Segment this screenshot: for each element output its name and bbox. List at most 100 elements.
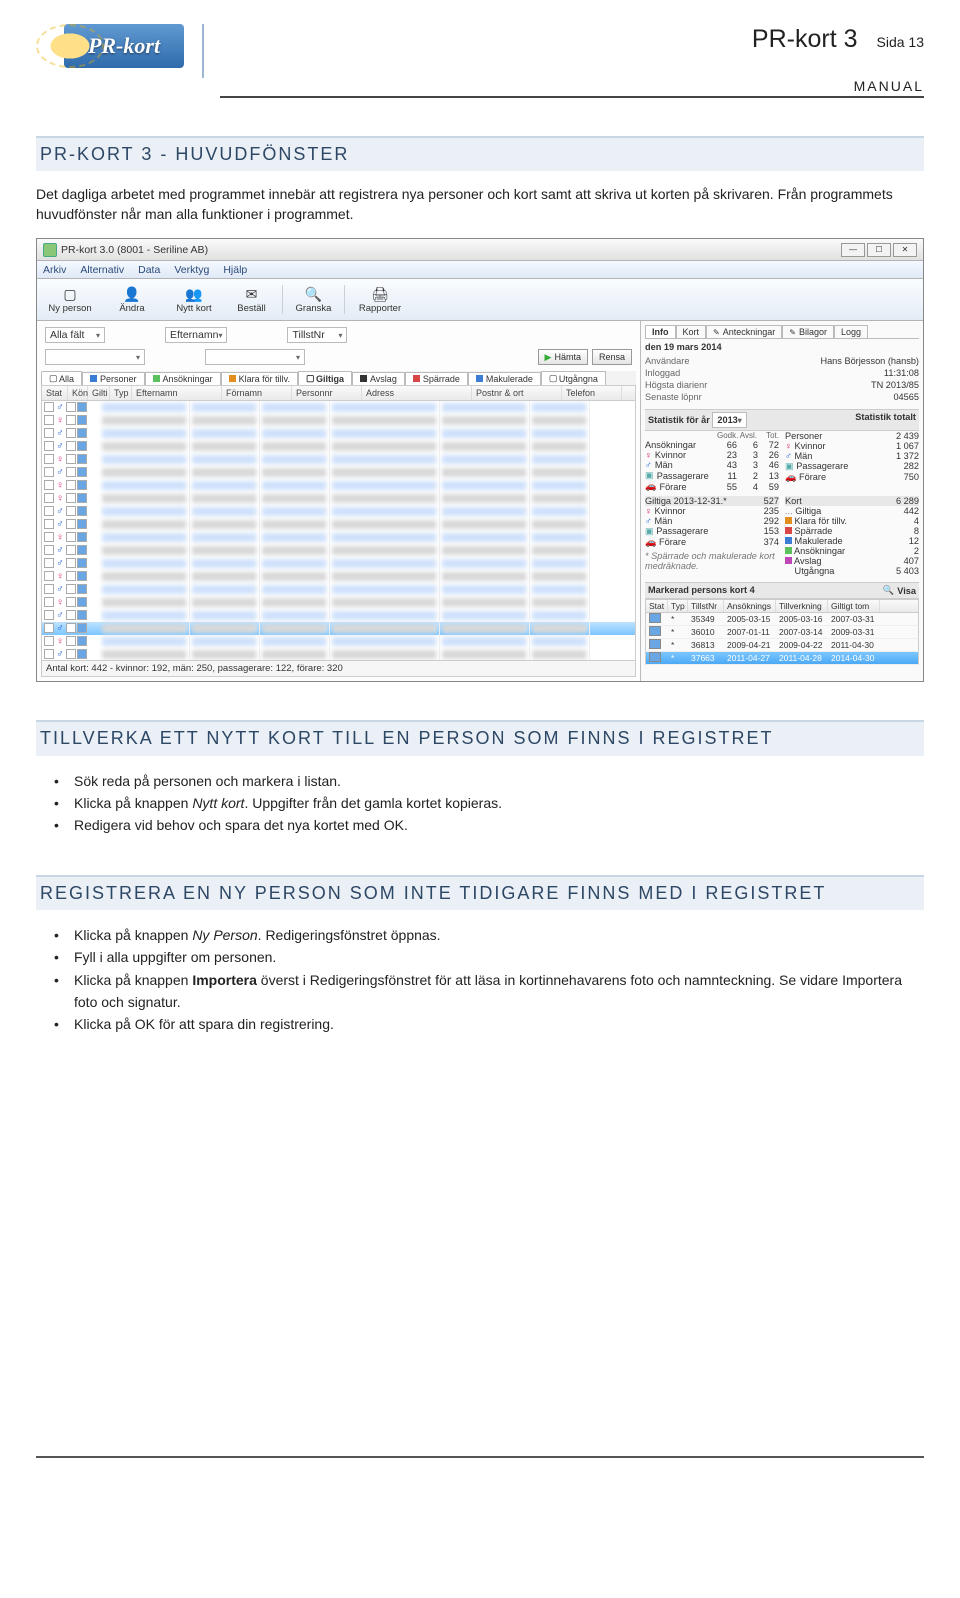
total-row: ♂ Män1 372 bbox=[785, 451, 919, 461]
year-spinner[interactable]: 2013 bbox=[712, 412, 746, 428]
info-tab-kort[interactable]: Kort bbox=[676, 325, 707, 338]
filter-efternamn[interactable]: Efternamn bbox=[165, 327, 227, 343]
right-pane: InfoKort✎Anteckningar✎BilagorLogg den 19… bbox=[641, 321, 923, 681]
maximize-button[interactable]: ☐ bbox=[867, 243, 891, 257]
tab-klarafrtillv[interactable]: Klara för tillv. bbox=[221, 372, 298, 385]
section-heading: PR-KORT 3 - HUVUDFÖNSTER bbox=[36, 136, 924, 171]
col-postnr & ort: Postnr & ort bbox=[472, 386, 562, 400]
list-item: Sök reda på personen och markera i lista… bbox=[42, 770, 924, 792]
marked-head: Markerad persons kort 4 🔍Visa bbox=[645, 582, 919, 599]
table-row[interactable]: ♀ bbox=[42, 531, 635, 544]
info-tabs: InfoKort✎Anteckningar✎BilagorLogg bbox=[645, 325, 919, 339]
app-screenshot: PR-kort 3.0 (8001 - Seriline AB) — ☐ ✕ A… bbox=[36, 238, 924, 682]
tool-beställ[interactable]: ✉Beställ bbox=[229, 285, 283, 314]
card-row[interactable]: *368132009-04-212009-04-222011-04-30 bbox=[645, 639, 919, 652]
tab-utgngna[interactable]: ▢Utgångna bbox=[541, 371, 606, 385]
filter-value-2[interactable] bbox=[205, 349, 305, 365]
table-row[interactable]: ♂ bbox=[42, 557, 635, 570]
list-item: Fyll i alla uppgifter om personen. bbox=[42, 946, 924, 968]
list-item: Klicka på knappen Nytt kort. Uppgifter f… bbox=[42, 792, 924, 814]
tab-avslag[interactable]: Avslag bbox=[352, 372, 405, 385]
table-row[interactable]: ♀ bbox=[42, 596, 635, 609]
rensa-button[interactable]: Rensa bbox=[592, 349, 632, 365]
menu-verktyg[interactable]: Verktyg bbox=[174, 264, 209, 276]
table-row[interactable]: ♀ bbox=[42, 635, 635, 648]
menu-alternativ[interactable]: Alternativ bbox=[80, 264, 124, 276]
tab-alla[interactable]: ▢Alla bbox=[41, 371, 82, 385]
stat-row: ♀Kvinnor23326 bbox=[645, 450, 779, 460]
info-tab-anteckningar[interactable]: ✎Anteckningar bbox=[706, 325, 782, 338]
tab-strip: ▢AllaPersonerAnsökningarKlara för tillv.… bbox=[41, 371, 636, 385]
table-row[interactable]: ♀ bbox=[42, 453, 635, 466]
window-titlebar: PR-kort 3.0 (8001 - Seriline AB) — ☐ ✕ bbox=[37, 239, 923, 261]
table-row[interactable]: ♂ bbox=[42, 505, 635, 518]
tool-nytt-kort[interactable]: 👥Nytt kort bbox=[167, 285, 221, 314]
kv-row: Inloggad11:31:08 bbox=[645, 367, 919, 379]
table-row[interactable]: ♂ bbox=[42, 440, 635, 453]
close-button[interactable]: ✕ bbox=[893, 243, 917, 257]
menu-hjälp[interactable]: Hjälp bbox=[223, 264, 247, 276]
tool-rapporter[interactable]: 🖨Rapporter bbox=[353, 285, 407, 314]
hamta-button[interactable]: ▶Hämta bbox=[538, 349, 588, 365]
grid-header: StatKönGiltiTypEfternamnFörnamnPersonnrA… bbox=[41, 385, 636, 401]
table-row[interactable]: ♂ bbox=[42, 466, 635, 479]
table-row[interactable]: ♂ bbox=[42, 622, 635, 635]
star-note: * Spärrade och makulerade kort medräknad… bbox=[645, 551, 779, 571]
page-header: PR-kort PR-kort 3 Sida 13 MANUAL bbox=[36, 24, 924, 98]
table-row[interactable]: ♂ bbox=[42, 427, 635, 440]
table-row[interactable]: ♂ bbox=[42, 401, 635, 414]
total-row: Personer2 439 bbox=[785, 431, 919, 441]
grid-body: ♂♀♂♂♀♂♀♀♂♂♀♂♂♀♂♀♂♂♀♂♀♂ bbox=[41, 401, 636, 661]
table-row[interactable]: ♂ bbox=[42, 648, 635, 661]
col-kön: Kön bbox=[68, 386, 88, 400]
filter-alla[interactable]: Alla fält bbox=[45, 327, 105, 343]
visa-button[interactable]: Visa bbox=[897, 586, 916, 596]
left-pane: Alla fält Efternamn TillstNr ▶Hämta Rens… bbox=[37, 321, 641, 681]
card-row[interactable]: *360102007-01-112007-03-142009-03-31 bbox=[645, 626, 919, 639]
col-adress: Adress bbox=[362, 386, 472, 400]
table-row[interactable]: ♀ bbox=[42, 492, 635, 505]
col-gilti: Gilti bbox=[88, 386, 110, 400]
visa-icon[interactable]: 🔍 bbox=[883, 585, 894, 596]
tab-giltiga[interactable]: ▢Giltiga bbox=[298, 371, 352, 385]
info-tab-logg[interactable]: Logg bbox=[834, 325, 868, 338]
table-row[interactable]: ♀ bbox=[42, 414, 635, 427]
minimize-button[interactable]: — bbox=[841, 243, 865, 257]
toolbar: ▢Ny person 👤Ändra 👥Nytt kort ✉Beställ 🔍Grans… bbox=[37, 279, 923, 321]
tab-anskningar[interactable]: Ansökningar bbox=[145, 372, 221, 385]
menu-arkiv[interactable]: Arkiv bbox=[43, 264, 66, 276]
card-row[interactable]: *353492005-03-152005-03-162007-03-31 bbox=[645, 613, 919, 626]
info-tab-bilagor[interactable]: ✎Bilagor bbox=[782, 325, 834, 338]
card-row[interactable]: *376632011-04-272011-04-282014-04-30 bbox=[645, 652, 919, 665]
bullet-list-2: Sök reda på personen och markera i lista… bbox=[42, 770, 924, 837]
table-row[interactable]: ♂ bbox=[42, 609, 635, 622]
intro-paragraph: Det dagliga arbetet med programmet inneb… bbox=[36, 185, 924, 224]
page-number: Sida 13 bbox=[863, 34, 924, 50]
menu-data[interactable]: Data bbox=[138, 264, 160, 276]
section-heading-2: TILLVERKA ETT NYTT KORT TILL EN PERSON S… bbox=[36, 720, 924, 755]
logo-area: PR-kort bbox=[36, 24, 204, 78]
filter-value-1[interactable] bbox=[45, 349, 145, 365]
total-row: ▣ Passagerare282 bbox=[785, 461, 919, 472]
filter-tillstnr[interactable]: TillstNr bbox=[287, 327, 347, 343]
tab-makulerade[interactable]: Makulerade bbox=[468, 372, 541, 385]
tab-personer[interactable]: Personer bbox=[82, 372, 145, 385]
tab-sprrade[interactable]: Spärrade bbox=[405, 372, 468, 385]
tool-ny-person[interactable]: ▢Ny person bbox=[43, 285, 97, 314]
table-row[interactable]: ♂ bbox=[42, 544, 635, 557]
table-row[interactable]: ♂ bbox=[42, 518, 635, 531]
table-row[interactable]: ♀ bbox=[42, 570, 635, 583]
table-row[interactable]: ♂ bbox=[42, 583, 635, 596]
grid-footer: Antal kort: 442 - kvinnor: 192, män: 250… bbox=[41, 661, 636, 677]
tool-ändra[interactable]: 👤Ändra bbox=[105, 285, 159, 314]
giltiga-date: Giltiga 2013-12-31.* bbox=[645, 496, 727, 506]
stat-total-label: Statistik totalt bbox=[855, 412, 916, 428]
tool-granska[interactable]: 🔍Granska bbox=[291, 285, 345, 314]
stat-row: 🚗Förare55459 bbox=[645, 481, 779, 492]
table-row[interactable]: ♀ bbox=[42, 479, 635, 492]
card-header: StatTypTillstNrAnsökningsTillverkningGil… bbox=[645, 599, 919, 613]
app-icon bbox=[43, 243, 57, 257]
stat-row: ♂Män43346 bbox=[645, 460, 779, 470]
info-tab-info[interactable]: Info bbox=[645, 325, 676, 338]
col-typ: Typ bbox=[110, 386, 132, 400]
